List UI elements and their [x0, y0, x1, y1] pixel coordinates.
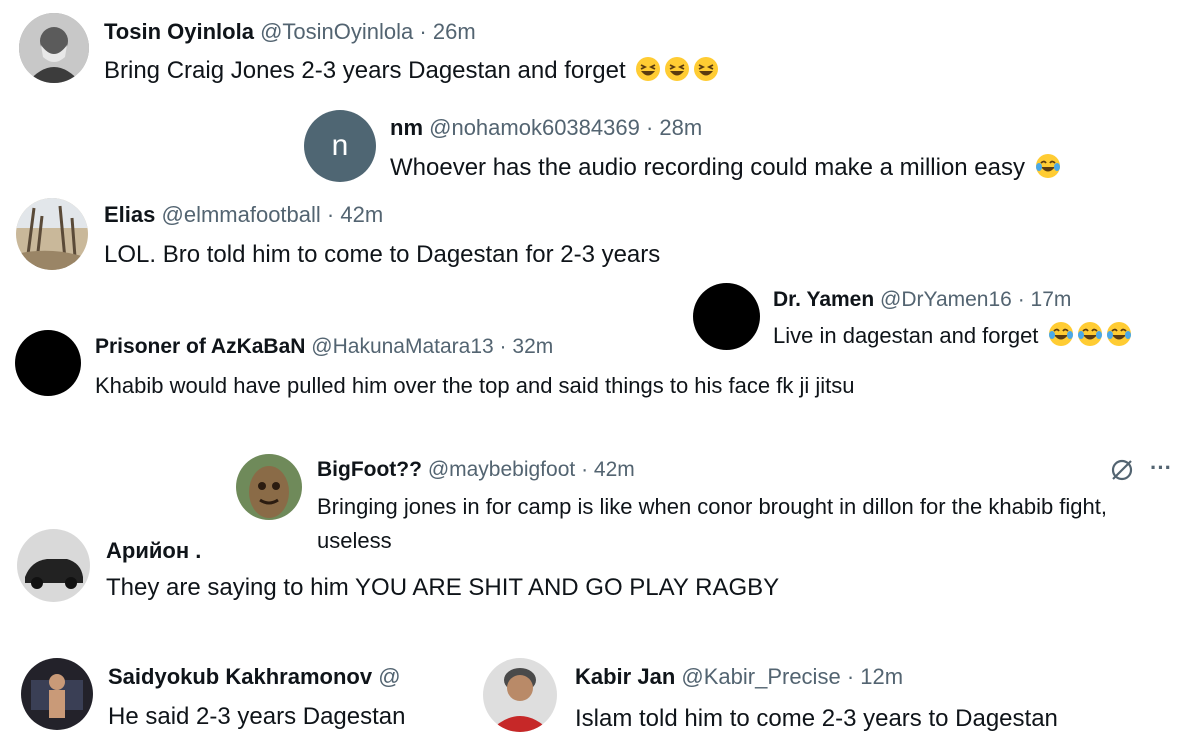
slashed-circle-icon[interactable]: [1109, 457, 1135, 483]
post-body: Whoever has the audio recording could ma…: [390, 151, 1061, 185]
author-name[interactable]: Tosin Oyinlola: [104, 19, 254, 44]
avatar[interactable]: n: [304, 110, 376, 182]
post-text: He said 2-3 years Dagestan: [108, 703, 406, 730]
separator: ·: [1017, 288, 1025, 311]
reply-post[interactable]: Tosin Oyinlola @TosinOyinlola · 26m Brin…: [0, 0, 800, 100]
reply-post[interactable]: Kabir Jan @Kabir_Precise · 12m Islam tol…: [470, 645, 1195, 745]
author-name[interactable]: Elias: [104, 202, 155, 227]
reply-post[interactable]: Арийон . They are saying to him YOU ARE …: [0, 520, 880, 610]
reply-post[interactable]: Saidyokub Kakhramonov @ He said 2-3 year…: [0, 645, 470, 745]
timestamp[interactable]: 42m: [594, 458, 635, 481]
avatar[interactable]: [17, 529, 90, 602]
avatar[interactable]: [19, 13, 89, 83]
face-with-tears-of-joy-icon: [1048, 321, 1074, 347]
author-name[interactable]: nm: [390, 115, 423, 140]
author-handle[interactable]: @HakunaMatara13: [311, 335, 493, 358]
separator: ·: [846, 664, 855, 689]
timestamp[interactable]: 28m: [659, 115, 702, 140]
more-options-icon[interactable]: ···: [1150, 455, 1172, 481]
avatar[interactable]: [483, 658, 557, 732]
grinning-squinting-face-icon: [664, 56, 690, 82]
reply-post[interactable]: n nm @nohamok60384369 · 28m Whoever has …: [290, 100, 1190, 195]
grinning-squinting-face-icon: [635, 56, 661, 82]
author-name[interactable]: Kabir Jan: [575, 664, 675, 689]
post-text: Whoever has the audio recording could ma…: [390, 154, 1026, 181]
author-handle[interactable]: @Kabir_Precise: [681, 664, 840, 689]
avatar[interactable]: [236, 454, 302, 520]
avatar-letter: n: [331, 129, 349, 162]
post-text: Islam told him to come 2-3 years to Dage…: [575, 705, 1058, 732]
reply-post[interactable]: Prisoner of AzKaBaN @HakunaMatara13 · 32…: [0, 320, 960, 440]
author-handle[interactable]: @elmmafootball: [162, 202, 321, 227]
face-with-tears-of-joy-icon: [1106, 321, 1132, 347]
face-with-tears-of-joy-icon: [1035, 153, 1061, 179]
post-text: Bring Craig Jones 2-3 years Dagestan and…: [104, 57, 626, 84]
separator: ·: [581, 458, 589, 481]
separator: ·: [645, 115, 654, 140]
author-name[interactable]: Prisoner of AzKaBaN: [95, 335, 305, 358]
separator: ·: [326, 202, 335, 227]
separator: ·: [499, 335, 507, 358]
avatar[interactable]: [15, 330, 81, 396]
timestamp[interactable]: 42m: [340, 202, 383, 227]
author-handle[interactable]: @DrYamen16: [880, 288, 1012, 311]
timestamp[interactable]: 26m: [433, 19, 476, 44]
author-name[interactable]: BigFoot??: [317, 458, 422, 481]
author-name[interactable]: Арийон .: [106, 538, 201, 563]
timestamp[interactable]: 12m: [860, 664, 903, 689]
author-handle[interactable]: @: [378, 664, 400, 689]
separator: ·: [419, 19, 427, 44]
post-body: Bring Craig Jones 2-3 years Dagestan and…: [104, 54, 719, 88]
post-text: They are saying to him YOU ARE SHIT AND …: [106, 574, 780, 601]
post-text: Khabib would have pulled him over the to…: [95, 373, 855, 398]
post-text: LOL. Bro told him to come to Dagestan fo…: [104, 241, 661, 268]
face-with-tears-of-joy-icon: [1077, 321, 1103, 347]
avatar[interactable]: [16, 198, 88, 270]
author-handle[interactable]: @nohamok60384369: [429, 115, 640, 140]
grinning-squinting-face-icon: [693, 56, 719, 82]
author-name[interactable]: Dr. Yamen: [773, 288, 874, 311]
timestamp[interactable]: 32m: [512, 335, 553, 358]
author-name[interactable]: Saidyokub Kakhramonov: [108, 664, 372, 689]
timestamp[interactable]: 17m: [1031, 288, 1072, 311]
author-handle[interactable]: @maybebigfoot: [428, 458, 575, 481]
avatar[interactable]: [21, 658, 93, 730]
author-handle[interactable]: @TosinOyinlola: [260, 19, 413, 44]
reply-post[interactable]: Elias @elmmafootball · 42m LOL. Bro told…: [0, 195, 800, 280]
